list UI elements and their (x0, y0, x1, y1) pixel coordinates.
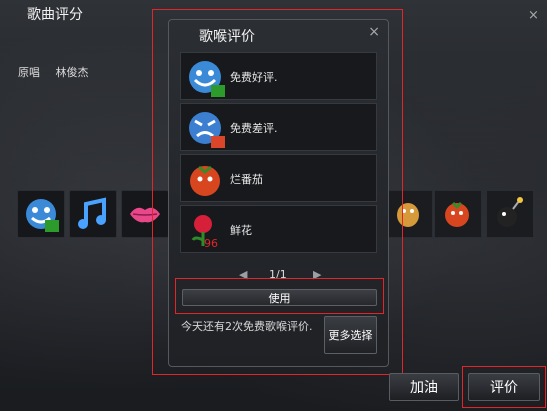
reaction-tomato-icon[interactable] (434, 190, 482, 238)
rate-button-highlight-outline (462, 366, 546, 408)
more-options-button[interactable]: 更多选择 (324, 316, 377, 354)
singer-name: 林俊杰 (55, 66, 89, 79)
popup-item-free-bad[interactable]: 免费差评. (180, 103, 377, 151)
item-label: 免费差评. (230, 122, 278, 135)
flower-count-badge: 96 (204, 237, 218, 250)
popup-close-icon[interactable]: × (368, 24, 380, 40)
rotten-tomato-icon (190, 165, 220, 196)
free-rating-note: 今天还有2次免费歌喉评价. (181, 320, 313, 333)
popup-title: 歌喉评价 (199, 29, 255, 45)
original-singer-label: 原唱 (18, 66, 40, 79)
popup-item-flower[interactable]: 96 鲜花 (180, 205, 377, 253)
reaction-music-note-icon[interactable] (69, 190, 117, 238)
item-label: 鲜花 (230, 224, 252, 237)
song-info: 原唱 林俊杰 (18, 64, 101, 80)
cheer-button[interactable]: 加油 (389, 373, 459, 401)
reaction-blue-face-icon[interactable] (17, 190, 65, 238)
item-label: 免费好评. (230, 71, 278, 84)
blue-happy-face-icon (189, 61, 225, 97)
popup-item-rotten-tomato[interactable]: 烂番茄 (180, 154, 377, 202)
item-label: 烂番茄 (230, 173, 263, 186)
window-close-icon[interactable]: × (528, 8, 539, 23)
popup-item-free-good[interactable]: 免费好评. (180, 52, 377, 100)
use-button-highlight-outline (175, 278, 384, 314)
blue-angry-face-icon (189, 112, 225, 148)
vocal-rating-popup: 歌喉评价 × 免费好评. 免费差评. 烂番茄 96 鲜花 ◀ 1/1 ▶ 使用 … (168, 19, 389, 367)
window-title: 歌曲评分 (27, 7, 83, 23)
reaction-bomb-icon[interactable] (486, 190, 534, 238)
